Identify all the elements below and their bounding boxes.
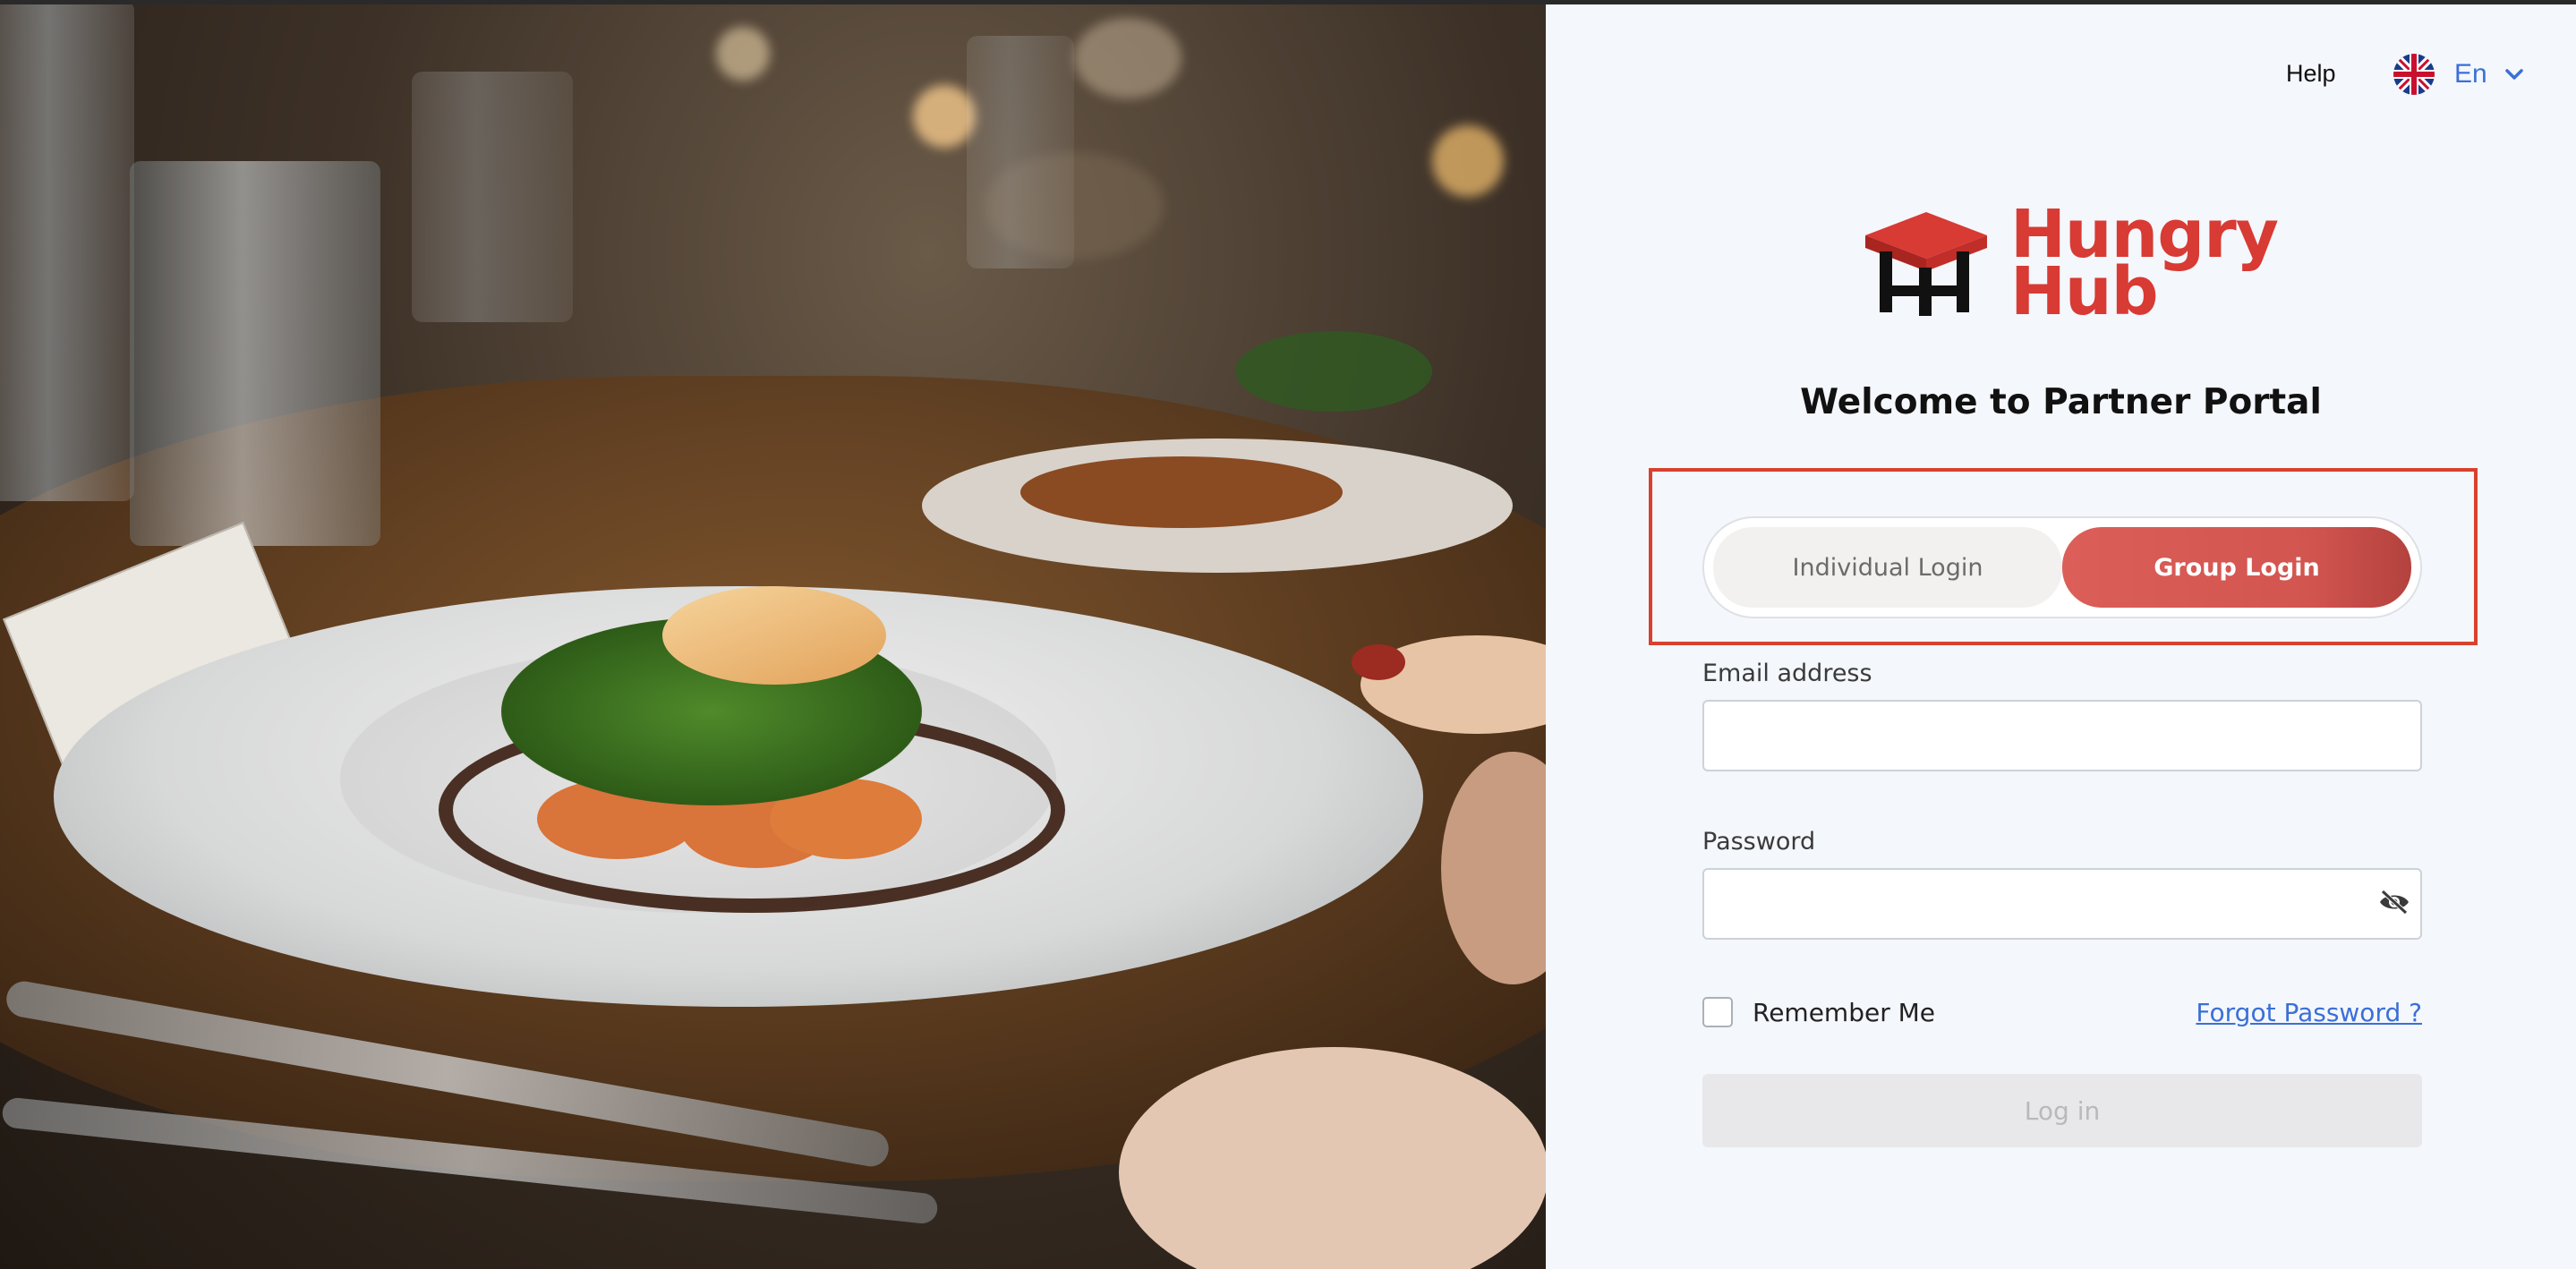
hero-restaurant-photo [0,0,1546,1269]
email-label: Email address [1702,660,1872,687]
chevron-down-icon [2504,69,2523,80]
uk-flag-icon [2393,54,2435,95]
window-top-strip [0,0,2576,4]
password-field[interactable] [1702,868,2422,940]
page-title: Welcome to Partner Portal [1800,382,2322,422]
eye-slash-icon[interactable] [2378,889,2410,916]
email-field[interactable] [1702,700,2422,771]
remember-me-checkbox[interactable] [1702,997,1733,1027]
hungry-hub-logo: Hungry Hub [1864,201,2279,325]
login-button[interactable]: Log in [1702,1074,2422,1147]
tab-individual-login[interactable]: Individual Login [1713,527,2062,608]
tab-group-login[interactable]: Group Login [2062,527,2411,608]
remember-me[interactable]: Remember Me [1702,997,1935,1027]
language-code: En [2454,59,2487,89]
remember-me-label: Remember Me [1753,997,1935,1027]
password-label: Password [1702,828,1816,856]
login-panel: Help En Hungry Hub Welcome to Partner Po… [1546,4,2576,1269]
login-type-toggle: Individual Login Group Login [1702,516,2422,618]
forgot-password-link[interactable]: Forgot Password ? [2196,998,2422,1027]
table-icon [1865,212,1987,316]
help-link[interactable]: Help [2286,60,2336,88]
language-selector[interactable]: En [2393,51,2523,98]
